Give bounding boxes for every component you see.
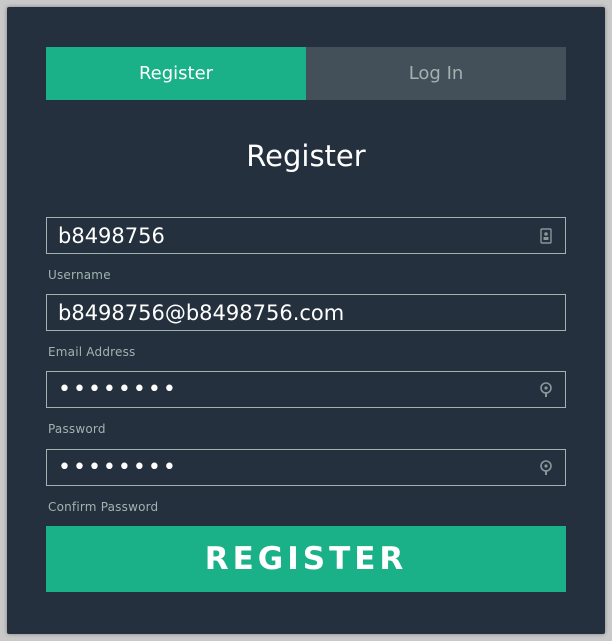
username-input[interactable] <box>47 218 528 253</box>
password-input[interactable] <box>47 372 528 407</box>
password-field <box>46 371 566 408</box>
register-button[interactable]: REGISTER <box>46 526 566 592</box>
password-label: Password <box>48 422 106 436</box>
tab-login[interactable]: Log In <box>306 47 566 100</box>
register-panel: Register Log In Register Username Email … <box>7 7 605 634</box>
key-icon[interactable] <box>539 382 553 398</box>
username-field <box>46 217 566 254</box>
auth-tabs: Register Log In <box>46 47 566 100</box>
id-card-icon <box>539 228 553 244</box>
email-label: Email Address <box>48 345 136 359</box>
confirm-password-field <box>46 449 566 486</box>
form-title: Register <box>246 139 366 173</box>
username-label: Username <box>48 268 111 282</box>
key-icon[interactable] <box>539 460 553 476</box>
tab-register[interactable]: Register <box>46 47 306 100</box>
email-field <box>46 294 566 331</box>
confirm-password-input[interactable] <box>47 450 528 485</box>
email-input[interactable] <box>47 295 528 330</box>
confirm-password-label: Confirm Password <box>48 500 159 514</box>
